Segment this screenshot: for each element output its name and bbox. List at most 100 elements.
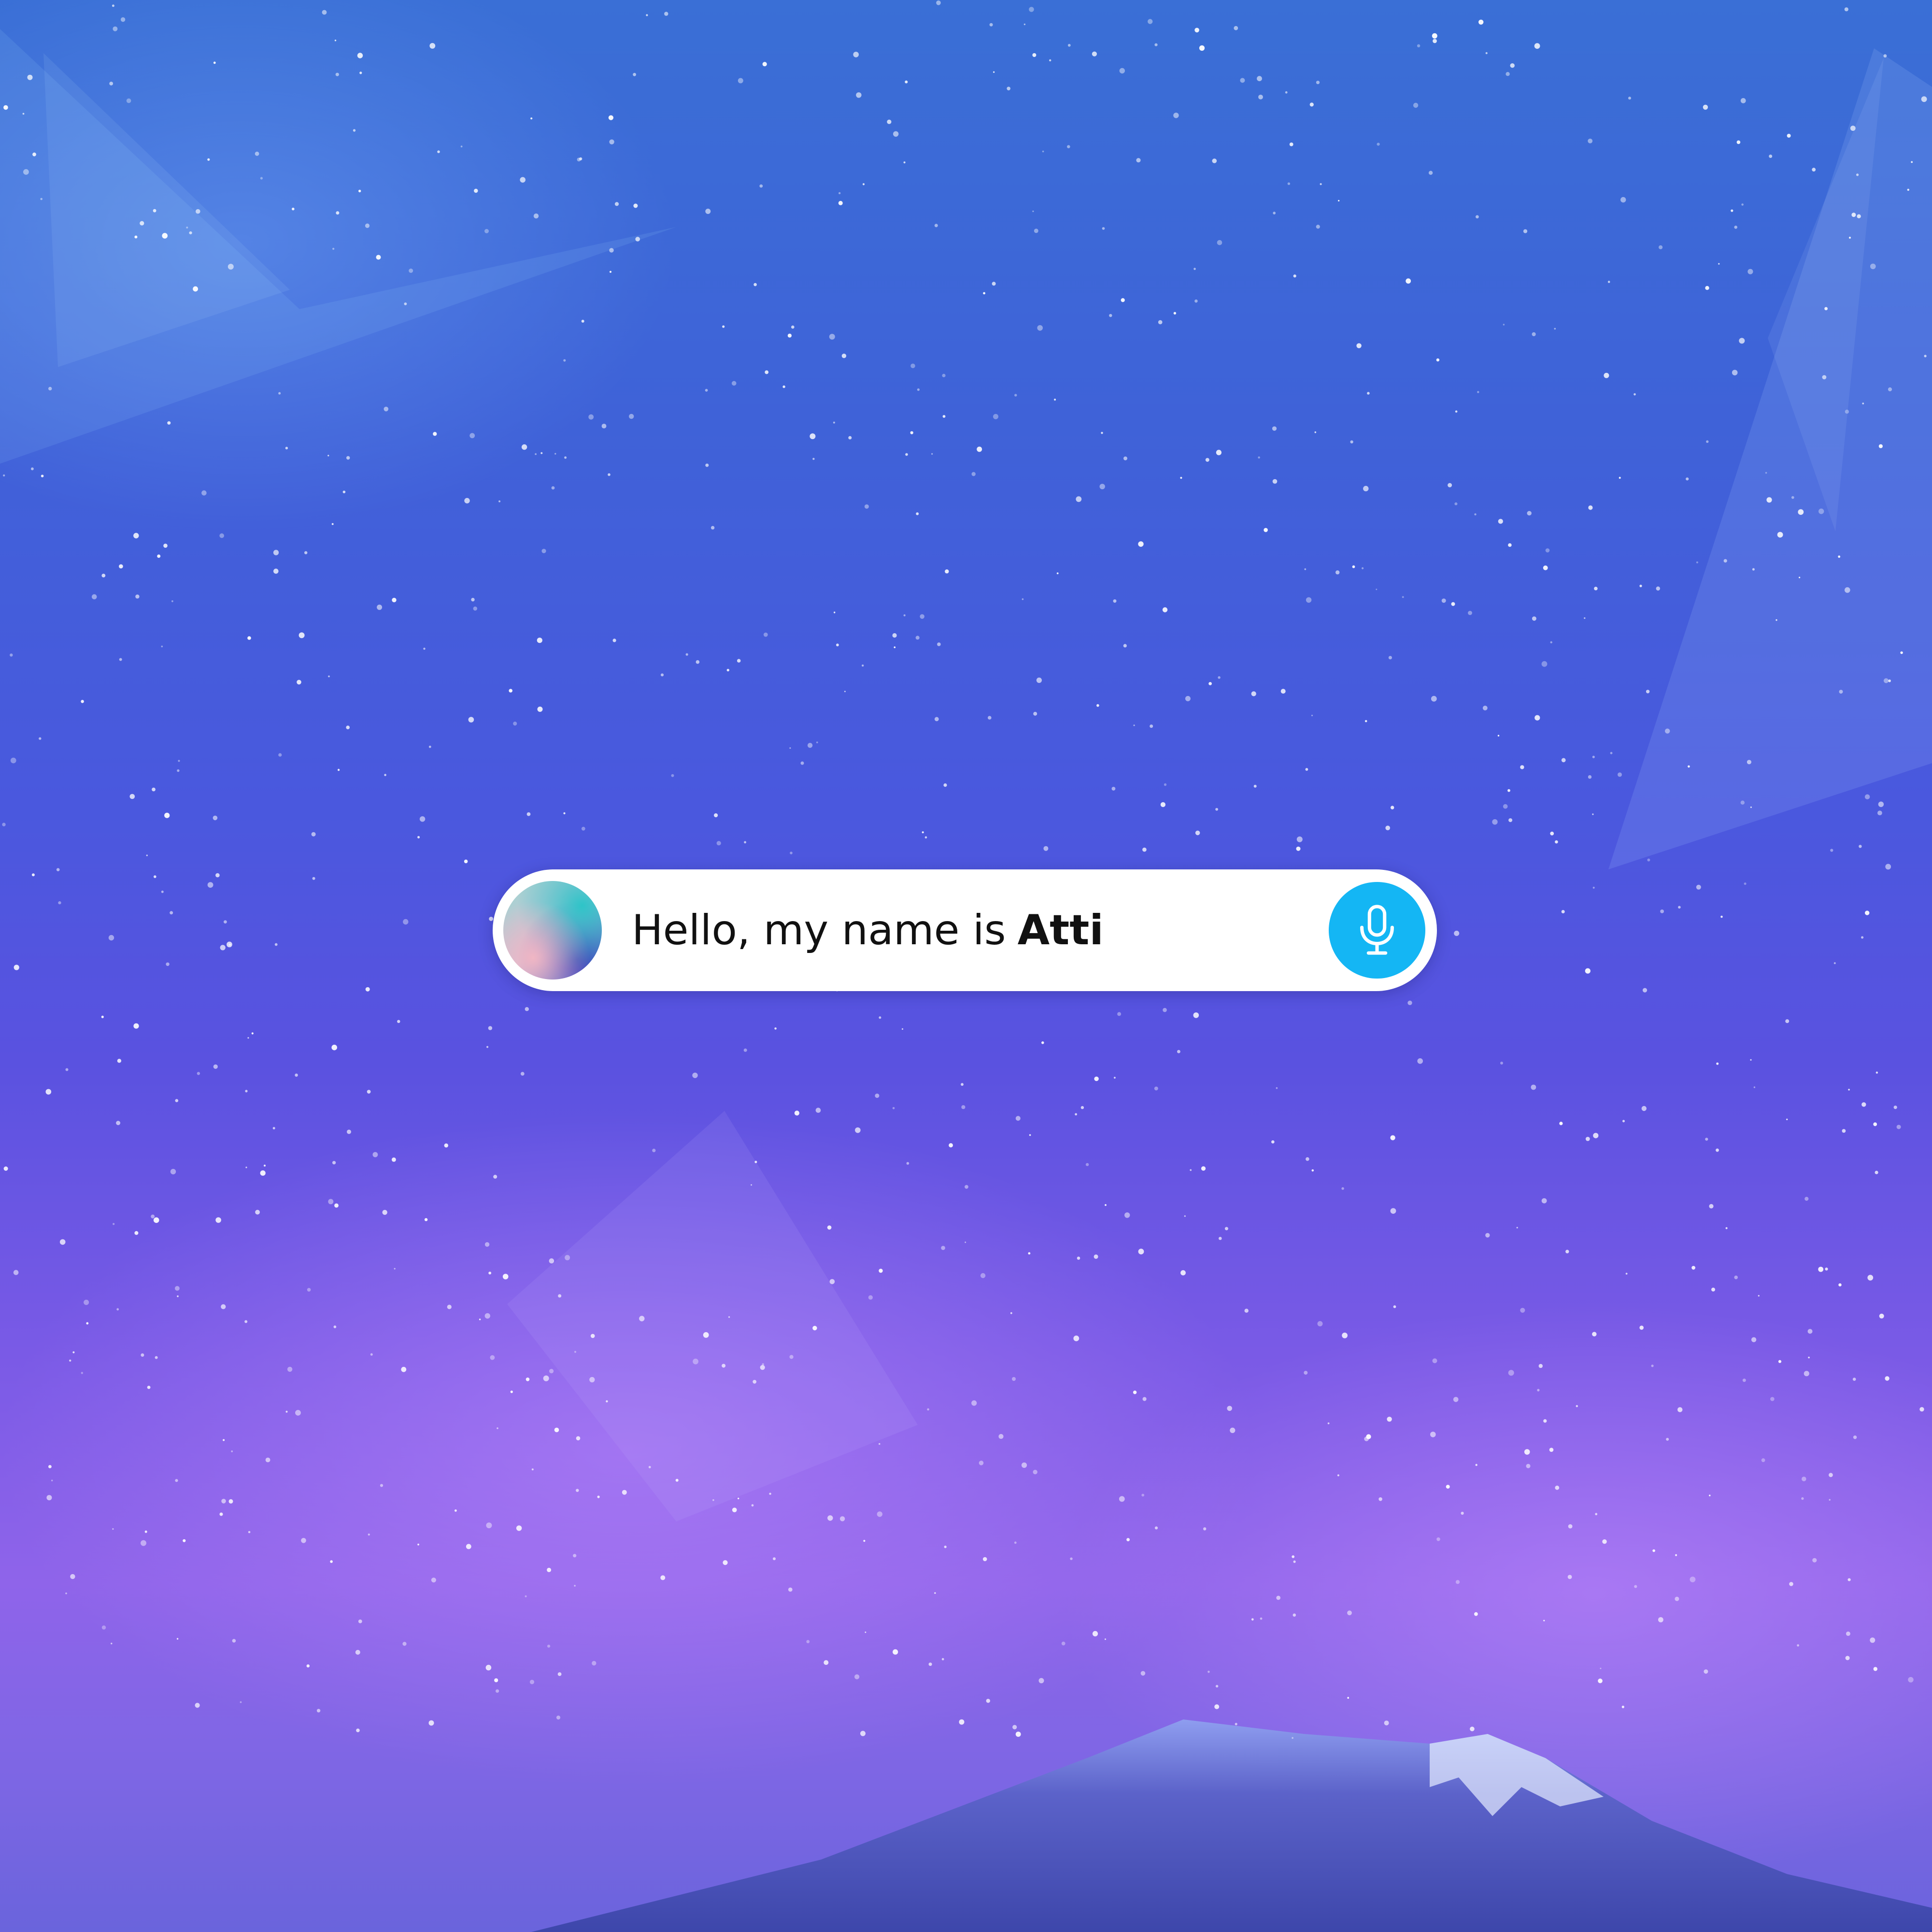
star xyxy=(1541,661,1548,667)
star xyxy=(479,1319,481,1321)
star xyxy=(1138,1249,1144,1255)
star xyxy=(513,722,517,726)
star xyxy=(1280,689,1286,694)
star xyxy=(1739,338,1745,344)
star xyxy=(525,1595,527,1597)
star xyxy=(551,486,555,490)
star xyxy=(347,1129,351,1134)
star xyxy=(1610,752,1613,754)
star xyxy=(3,105,8,110)
star xyxy=(1621,1705,1624,1708)
star xyxy=(789,747,791,749)
voice-assistant-bar[interactable]: Hello, my name is Atti xyxy=(493,869,1437,991)
star xyxy=(589,1377,595,1383)
star xyxy=(774,1027,777,1030)
star xyxy=(1034,228,1038,233)
star xyxy=(431,1577,437,1583)
star xyxy=(1320,183,1322,185)
star xyxy=(928,1662,932,1666)
star xyxy=(564,456,567,459)
star xyxy=(1430,1432,1436,1437)
star xyxy=(1744,882,1747,885)
star xyxy=(417,836,420,838)
star xyxy=(1503,324,1505,326)
star xyxy=(824,1660,829,1665)
microphone-button[interactable] xyxy=(1329,882,1425,979)
star xyxy=(1201,1166,1206,1171)
star xyxy=(1119,68,1125,74)
star xyxy=(46,1495,52,1501)
star xyxy=(743,1048,747,1052)
star xyxy=(942,415,946,418)
star xyxy=(109,82,114,85)
star xyxy=(1080,1106,1084,1109)
star xyxy=(1607,281,1610,283)
star xyxy=(1595,1513,1598,1516)
star xyxy=(574,1585,576,1587)
star xyxy=(942,373,946,378)
star xyxy=(1845,587,1850,593)
star xyxy=(1092,1631,1098,1636)
star xyxy=(419,816,426,822)
star xyxy=(1639,584,1642,587)
star xyxy=(705,209,711,214)
star xyxy=(58,901,61,905)
star xyxy=(1316,225,1320,229)
star xyxy=(516,1525,522,1531)
star xyxy=(520,177,526,183)
star xyxy=(227,264,234,270)
star xyxy=(112,1528,114,1530)
star xyxy=(1216,450,1222,455)
star xyxy=(219,533,225,538)
star xyxy=(322,10,327,15)
star xyxy=(32,152,36,156)
star xyxy=(1350,440,1353,444)
star xyxy=(1180,1270,1186,1276)
star xyxy=(1706,440,1709,443)
star xyxy=(692,1072,698,1079)
star xyxy=(927,1408,929,1411)
star xyxy=(788,1587,793,1592)
star xyxy=(502,1274,509,1279)
star xyxy=(556,1715,561,1720)
star xyxy=(403,919,409,925)
star xyxy=(606,1400,608,1403)
star xyxy=(1753,1086,1756,1088)
star xyxy=(827,1515,833,1521)
star xyxy=(1194,299,1198,303)
star xyxy=(201,490,207,496)
star xyxy=(1751,1337,1757,1342)
assistant-avatar-orb xyxy=(503,881,602,980)
star xyxy=(836,643,839,647)
star xyxy=(1725,1227,1728,1229)
star xyxy=(1214,1704,1220,1709)
star xyxy=(1446,1485,1450,1489)
star xyxy=(601,424,607,428)
star xyxy=(934,1592,936,1594)
star xyxy=(423,647,426,650)
star xyxy=(934,224,938,227)
star xyxy=(860,1731,866,1736)
star xyxy=(839,1516,845,1521)
star xyxy=(1056,572,1059,574)
star xyxy=(13,1270,19,1275)
star xyxy=(48,386,52,391)
star xyxy=(10,757,16,764)
star xyxy=(108,935,114,941)
star xyxy=(1531,1084,1536,1090)
star xyxy=(1567,1575,1572,1579)
star xyxy=(965,1185,968,1189)
star xyxy=(1085,1163,1089,1166)
star xyxy=(404,302,407,305)
star xyxy=(865,1631,867,1633)
star xyxy=(533,213,539,219)
star xyxy=(1235,1722,1237,1726)
star xyxy=(162,233,168,239)
star xyxy=(1856,173,1859,176)
star xyxy=(791,325,795,329)
star xyxy=(1850,126,1856,131)
star xyxy=(409,269,413,273)
star xyxy=(1327,1422,1330,1424)
star xyxy=(1162,607,1168,612)
star xyxy=(189,231,192,235)
